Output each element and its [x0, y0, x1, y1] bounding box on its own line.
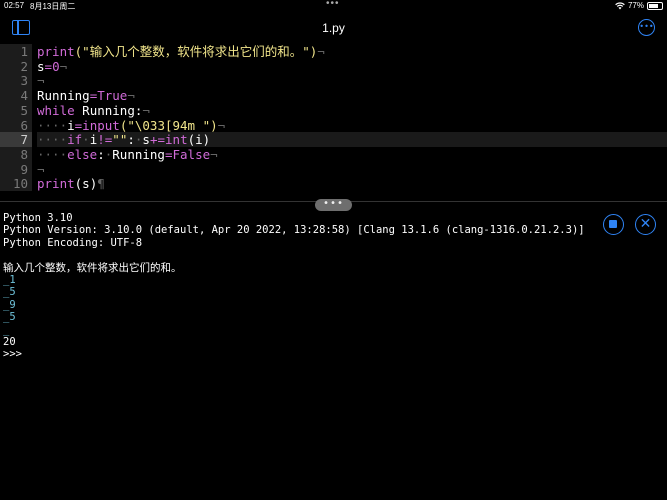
status-time: 02:57 — [4, 1, 25, 10]
line-number: 1 — [0, 44, 32, 59]
code-line[interactable]: 3 ¬ — [0, 73, 667, 89]
line-number: 2 — [0, 58, 32, 74]
code-token: Running: — [74, 102, 143, 118]
console-line: _5 — [3, 311, 16, 324]
console-line: >>> — [3, 348, 22, 361]
code-editor[interactable]: 1 print("输入几个整数，软件将求出它们的和。")¬ 2 s=0¬ 3 ¬ 4 Runn… — [0, 43, 667, 201]
code-token: input — [82, 117, 120, 133]
code-token: ···· — [37, 146, 68, 162]
code-line[interactable]: 9 ¬ — [0, 161, 667, 177]
console-line: Python Version: 3.10.0 (default, Apr 20 … — [3, 224, 585, 237]
code-token: print — [37, 44, 75, 59]
code-token: ···· — [37, 132, 68, 148]
code-token: print — [37, 176, 75, 192]
code-token: ¬ — [317, 44, 325, 59]
code-text[interactable]: print(s)¶ — [37, 176, 667, 191]
wifi-icon — [615, 1, 625, 10]
code-token: if — [67, 132, 83, 148]
code-token: (i) — [187, 132, 211, 148]
splitter-grip[interactable]: ••• — [315, 199, 352, 211]
console-line: Python Encoding: UTF-8 — [3, 236, 143, 249]
code-line[interactable]: 1 print("输入几个整数，软件将求出它们的和。")¬ — [0, 44, 667, 59]
status-date: 8月13日周二 — [30, 2, 76, 11]
code-text[interactable]: while Running:¬ — [37, 103, 667, 118]
battery-icon — [647, 1, 663, 10]
line-number: 9 — [0, 161, 32, 177]
code-line[interactable]: 5 while Running:¬ — [0, 102, 667, 118]
status-bar: 02:57 8月13日周二 ••• 77% — [0, 0, 667, 12]
code-token: True — [97, 88, 128, 104]
code-line[interactable]: 10 print(s)¶ — [0, 176, 667, 192]
code-token: ¬ — [210, 146, 218, 162]
battery-percent: 77% — [627, 1, 644, 10]
code-token: False — [172, 146, 211, 162]
code-line[interactable]: 6 ····i=input("\033[94m_")¬ — [0, 117, 667, 133]
status-right: 77% — [615, 1, 663, 10]
code-line[interactable]: 2 s=0¬ — [0, 58, 667, 74]
line-number: 6 — [0, 117, 32, 133]
console-line: _5 — [3, 286, 16, 299]
multitasking-dots[interactable]: ••• — [326, 0, 340, 9]
code-text[interactable]: s=0¬ — [37, 59, 667, 74]
console-line: 20 — [3, 335, 16, 348]
code-token: ¬ — [37, 161, 45, 177]
code-token: else — [67, 146, 98, 162]
code-token: s — [37, 58, 45, 74]
stop-icon[interactable] — [603, 214, 624, 235]
code-text[interactable]: ····if·i!="":·s+=int(i) — [37, 132, 667, 148]
ellipsis-circle-icon[interactable]: ••• — [638, 19, 655, 36]
code-text[interactable]: ····else:·Running=False¬ — [37, 147, 667, 162]
code-token: i — [67, 117, 75, 133]
code-line[interactable]: 8 ····else:·Running=False¬ — [0, 146, 667, 162]
code-token: = — [164, 146, 173, 162]
code-token: ("输入几个整数，软件将求出它们的和。") — [74, 44, 318, 59]
code-token: · — [82, 132, 90, 148]
console-line: 输入几个整数，软件将求出它们的和。 — [3, 261, 182, 274]
code-text[interactable]: Running=True¬ — [37, 88, 667, 103]
code-token: Running — [37, 88, 90, 104]
code-token: 0 — [52, 58, 60, 74]
code-token: ···· — [37, 117, 68, 133]
console-line: _9 — [3, 298, 16, 311]
code-token: += — [149, 132, 166, 148]
close-icon[interactable]: ✕ — [635, 214, 656, 235]
code-token: "" — [112, 132, 128, 148]
console-output[interactable]: Python 3.10 Python Version: 3.10.0 (defau… — [3, 212, 603, 361]
code-token: : — [97, 146, 105, 162]
file-title: 1.py — [322, 21, 345, 35]
code-token: while — [37, 102, 75, 118]
console-line: _ — [3, 323, 10, 336]
code-text[interactable]: ¬ — [37, 162, 667, 177]
line-number: 3 — [0, 73, 32, 89]
code-line[interactable]: 7 ····if·i!="":·s+=int(i) — [0, 132, 667, 148]
code-token: ¶ — [97, 176, 105, 192]
code-line[interactable]: 4 Running=True¬ — [0, 88, 667, 104]
console-line: _1 — [3, 273, 16, 286]
line-number: 8 — [0, 146, 32, 162]
code-token: (s) — [74, 176, 98, 192]
code-token: : — [127, 132, 135, 148]
code-token: ¬ — [217, 117, 226, 133]
line-number: 7 — [0, 132, 32, 148]
code-text[interactable]: print("输入几个整数，软件将求出它们的和。")¬ — [37, 44, 667, 59]
code-text[interactable]: ····i=input("\033[94m_")¬ — [37, 118, 667, 133]
code-token: = — [44, 58, 53, 74]
code-token: s — [142, 132, 150, 148]
code-token: ¬ — [59, 58, 68, 74]
code-token: Running — [112, 146, 165, 162]
code-token: ¬ — [37, 73, 45, 89]
line-number: 5 — [0, 102, 32, 118]
line-number: 10 — [0, 176, 32, 192]
navigation-bar: 1.py ••• — [0, 14, 667, 42]
code-token: ("\033[94m_") — [119, 117, 218, 133]
code-token: != — [97, 132, 113, 148]
code-token: ¬ — [127, 88, 135, 104]
line-number: 4 — [0, 88, 32, 104]
console-line: Python 3.10 — [3, 212, 73, 224]
code-text[interactable]: ¬ — [37, 73, 667, 88]
code-token: int — [165, 132, 188, 148]
code-token: ¬ — [142, 102, 150, 118]
